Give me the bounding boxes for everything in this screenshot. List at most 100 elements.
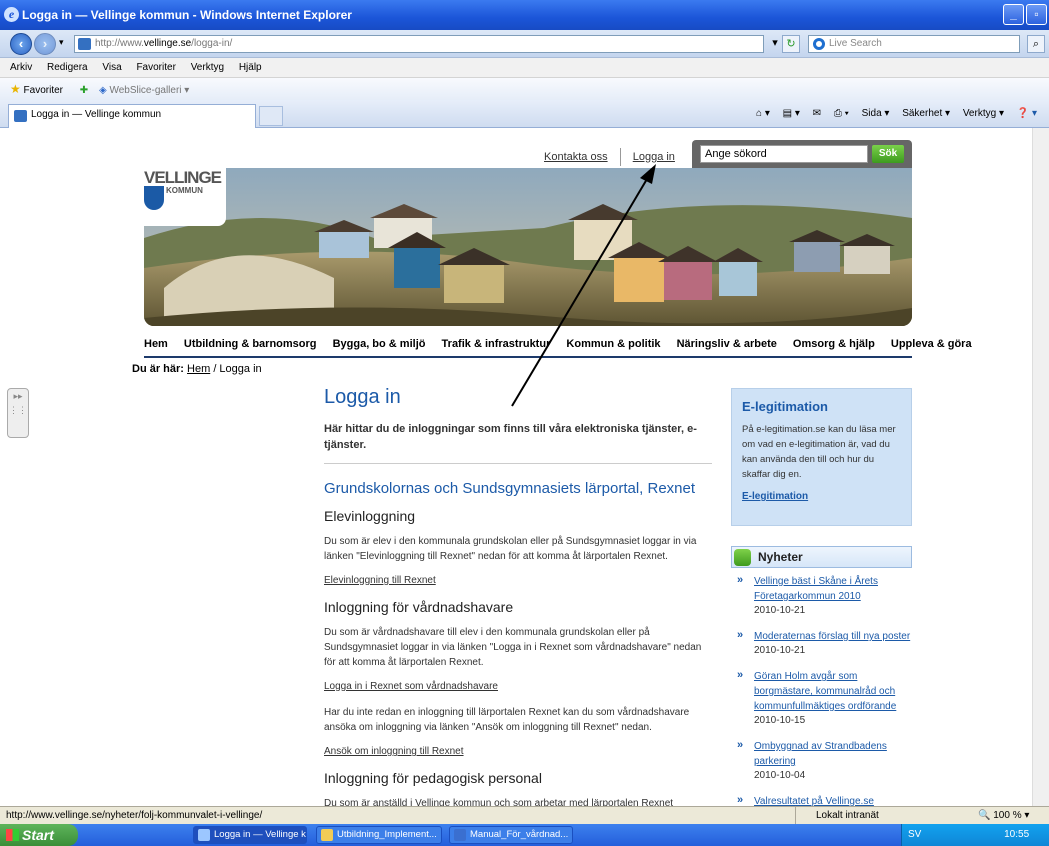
url-input[interactable]: http://www.vellinge.se/logga-in/: [74, 35, 764, 53]
clock: 10:55: [1004, 829, 1030, 840]
add-favorite-icon[interactable]: ✚: [80, 85, 88, 96]
nav-utbildning[interactable]: Utbildning & barnomsorg: [184, 338, 317, 350]
webslice-gallery-link[interactable]: WebSlice-galleri ▾: [109, 85, 189, 96]
news-list: » Vellinge bäst i Skåne i Årets Företaga…: [737, 574, 912, 806]
taskbar-item-label: Utbildning_Implement...: [337, 829, 437, 840]
taskbar-item-folder[interactable]: Utbildning_Implement...: [316, 826, 442, 844]
tab-active[interactable]: Logga in — Vellinge kommun: [8, 104, 256, 128]
site-search-input[interactable]: Ange sökord: [700, 145, 868, 163]
forward-button[interactable]: ›: [34, 33, 56, 55]
eleg-title: E-legitimation: [742, 399, 828, 414]
mail-icon[interactable]: ✉: [813, 108, 821, 119]
tab-label: Logga in — Vellinge kommun: [31, 109, 162, 120]
menu-favoriter[interactable]: Favoriter: [136, 62, 175, 73]
zoom-control[interactable]: 🔍 100 % ▾: [978, 807, 1029, 824]
student-login-link[interactable]: Elevinloggning till Rexnet: [324, 575, 712, 586]
live-search-input[interactable]: Live Search: [808, 35, 1020, 53]
site-search-button[interactable]: Sök: [872, 145, 904, 163]
double-chevron-icon: »: [737, 629, 744, 641]
home-icon[interactable]: ⌂ ▾: [756, 108, 770, 119]
tools-menu[interactable]: Verktyg ▾: [963, 108, 1004, 119]
double-chevron-icon: »: [737, 794, 744, 806]
zone-label: Lokalt intranät: [816, 810, 879, 821]
news-link[interactable]: Valresultatet på Vellinge.se: [754, 794, 912, 806]
search-go-icon[interactable]: ⌕: [1027, 35, 1045, 53]
guardian-login-link[interactable]: Logga in i Rexnet som vårdnadshavare: [324, 681, 712, 692]
student-heading: Elevinloggning: [324, 508, 416, 524]
nav-bygga[interactable]: Bygga, bo & miljö: [333, 338, 426, 350]
menu-verktyg[interactable]: Verktyg: [191, 62, 224, 73]
util-divider: [619, 148, 621, 166]
news-link[interactable]: Vellinge bäst i Skåne i Årets Företagark…: [754, 574, 912, 604]
favorites-bar: ★ Favoriter ✚ ◈ WebSlice-galleri ▾: [0, 78, 1049, 100]
side-panel-toggle[interactable]: ▸▸ ⋮⋮: [7, 388, 29, 438]
news-link[interactable]: Ombyggnad av Strandbadens parkering: [754, 739, 912, 769]
minimize-button[interactable]: _: [1003, 4, 1024, 25]
status-bar: http://www.vellinge.se/nyheter/folj-komm…: [0, 806, 1049, 824]
news-date: 2010-10-21: [754, 645, 806, 656]
new-tab-button[interactable]: [259, 106, 283, 126]
favorites-star-icon[interactable]: ★: [10, 82, 21, 96]
guardian-text: Du som är vårdnadshavare till elev i den…: [324, 627, 702, 668]
list-item: » Moderaternas förslag till nya poster 2…: [737, 629, 912, 658]
menu-hjalp[interactable]: Hjälp: [239, 62, 262, 73]
logo-subtitle: KOMMUN: [166, 186, 203, 195]
nav-hem[interactable]: Hem: [144, 338, 168, 350]
double-chevron-icon: »: [737, 669, 744, 681]
taskbar-item-label: Logga in — Vellinge k...: [214, 829, 307, 840]
site-container: Kontakta oss Logga in Ange sökord Sök VE…: [132, 128, 972, 806]
news-title: Nyheter: [758, 550, 803, 564]
safety-menu[interactable]: Säkerhet ▾: [902, 108, 950, 119]
refresh-icon[interactable]: ↻: [782, 35, 800, 53]
url-domain: vellinge.se: [143, 38, 192, 49]
menu-arkiv[interactable]: Arkiv: [10, 62, 32, 73]
favorites-button[interactable]: Favoriter: [24, 85, 63, 96]
site-logo[interactable]: VELLINGE KOMMUN: [144, 168, 226, 226]
help-icon[interactable]: ❓ ▾: [1017, 108, 1037, 119]
breadcrumb-prefix: Du är här:: [132, 363, 184, 375]
security-zone: Lokalt intranät: [795, 807, 935, 824]
eleg-link[interactable]: E-legitimation: [742, 491, 901, 502]
main-nav: Hem Utbildning & barnomsorg Bygga, bo & …: [144, 338, 972, 356]
start-button[interactable]: Start: [0, 824, 78, 846]
page-menu[interactable]: Sida ▾: [862, 108, 890, 119]
page-intro: Här hittar du de inloggningar som finns …: [324, 421, 712, 464]
menu-visa[interactable]: Visa: [102, 62, 121, 73]
page-viewport: ▸▸ ⋮⋮ Kontakta oss Logga in Ange sökord S…: [0, 128, 1049, 806]
nav-divider: [144, 356, 912, 358]
taskbar-item-word[interactable]: Manual_För_vårdnad...: [449, 826, 573, 844]
news-date: 2010-10-21: [754, 605, 806, 616]
back-button[interactable]: ‹: [10, 33, 32, 55]
language-indicator[interactable]: SV: [908, 829, 921, 840]
nav-omsorg[interactable]: Omsorg & hjälp: [793, 338, 875, 350]
nav-trafik[interactable]: Trafik & infrastruktur: [442, 338, 551, 350]
coat-of-arms-icon: [144, 186, 164, 210]
print-icon[interactable]: ⎙ ▾: [834, 108, 849, 119]
logo-wordmark: VELLINGE: [144, 168, 222, 187]
nav-naringsliv[interactable]: Näringsliv & arbete: [677, 338, 777, 350]
utility-nav: Kontakta oss Logga in: [544, 148, 675, 166]
feeds-icon[interactable]: ▤ ▾: [783, 108, 800, 119]
taskbar: Start Logga in — Vellinge k... Utbildnin…: [0, 824, 1049, 846]
nav-kommun[interactable]: Kommun & politik: [566, 338, 660, 350]
history-dropdown-icon[interactable]: ▾: [59, 37, 64, 48]
guardian-apply-text: Har du inte redan en inloggning till lär…: [324, 707, 690, 733]
taskbar-item-ie[interactable]: Logga in — Vellinge k...: [193, 826, 307, 844]
breadcrumb-current: / Logga in: [210, 363, 262, 375]
tab-bar: Logga in — Vellinge kommun ⌂ ▾ ▤ ▾ ✉ ⎙ ▾…: [0, 100, 1049, 128]
maximize-button[interactable]: ▫: [1026, 4, 1047, 25]
guardian-apply-link[interactable]: Ansök om inloggning till Rexnet: [324, 746, 712, 757]
contact-link[interactable]: Kontakta oss: [544, 151, 608, 163]
news-link[interactable]: Moderaternas förslag till nya poster: [754, 629, 912, 644]
breadcrumb: Du är här: Hem / Logga in: [132, 363, 262, 375]
menu-redigera[interactable]: Redigera: [47, 62, 88, 73]
command-bar: ⌂ ▾ ▤ ▾ ✉ ⎙ ▾ Sida ▾ Säkerhet ▾ Verktyg …: [746, 108, 1037, 119]
start-label: Start: [22, 827, 54, 843]
news-link[interactable]: Göran Holm avgår som borgmästare, kommun…: [754, 669, 912, 714]
vertical-scrollbar[interactable]: [1032, 128, 1049, 806]
guardian-heading: Inloggning för vårdnadshavare: [324, 599, 514, 615]
login-link[interactable]: Logga in: [633, 151, 675, 163]
breadcrumb-home-link[interactable]: Hem: [187, 363, 210, 375]
list-item: » Ombyggnad av Strandbadens parkering 20…: [737, 739, 912, 783]
nav-uppleva[interactable]: Uppleva & göra: [891, 338, 972, 350]
